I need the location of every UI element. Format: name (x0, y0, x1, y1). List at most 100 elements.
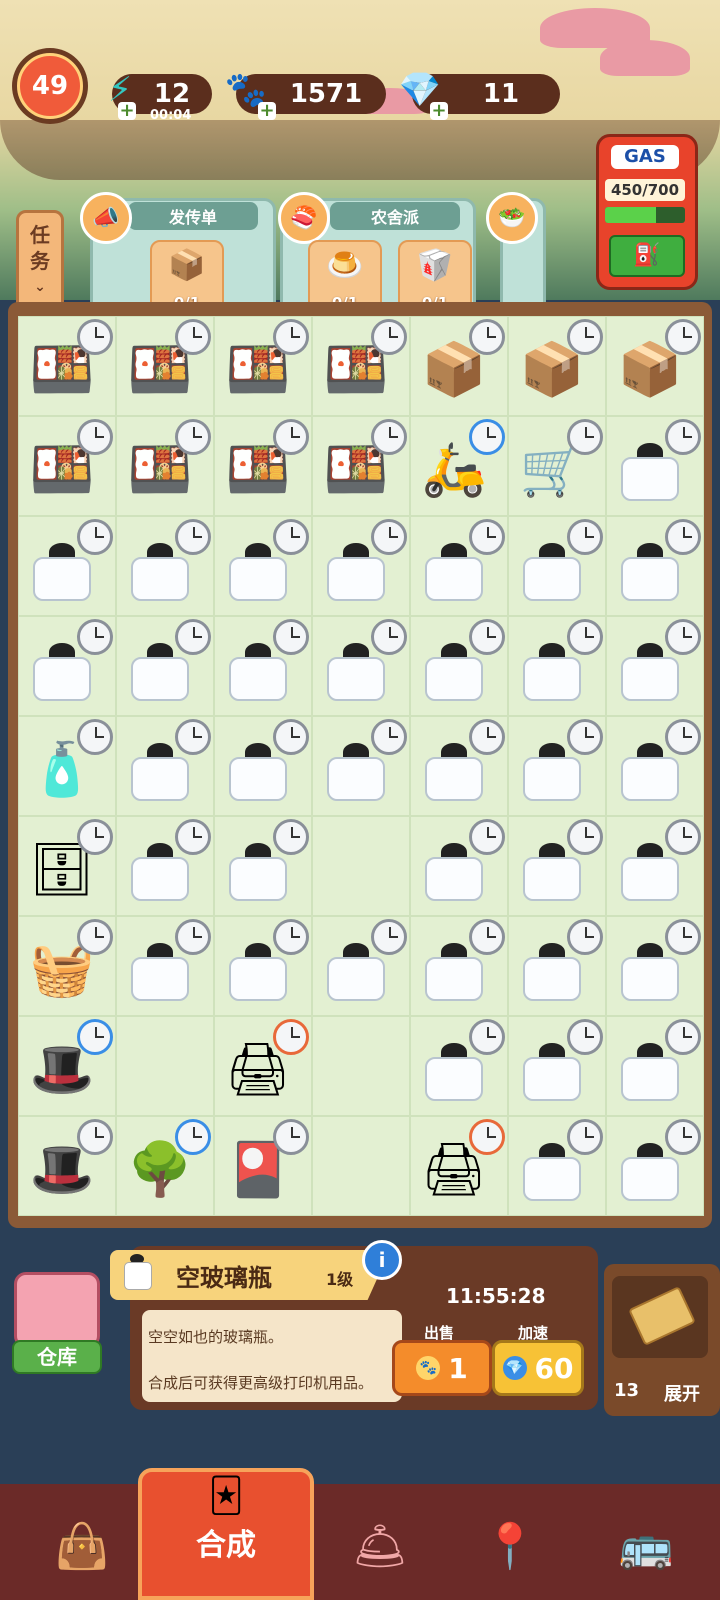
glass-jar-icon[interactable] (621, 943, 679, 1003)
glass-jar-icon[interactable] (425, 643, 483, 703)
glass-jar-icon[interactable] (327, 643, 385, 703)
glass-jar-icon[interactable] (621, 543, 679, 603)
glass-jar-icon[interactable] (523, 543, 581, 603)
board-cell[interactable] (410, 816, 508, 916)
board-cell[interactable]: 🧺 (18, 916, 116, 1016)
glass-jar-icon[interactable] (33, 543, 91, 603)
board-cell[interactable] (18, 616, 116, 716)
glass-jar-icon[interactable] (229, 543, 287, 603)
board-cell[interactable] (116, 716, 214, 816)
board-cell[interactable] (606, 916, 704, 1016)
board-cell[interactable] (606, 716, 704, 816)
board-cell[interactable]: 📦 (410, 316, 508, 416)
glass-jar-icon[interactable] (131, 643, 189, 703)
board-cell[interactable] (214, 716, 312, 816)
bus-icon[interactable]: 🚌 (586, 1498, 706, 1594)
board-cell[interactable] (508, 716, 606, 816)
paws-plus-button[interactable]: + (258, 102, 276, 120)
board-cell[interactable]: 📦 (508, 316, 606, 416)
board-cell[interactable]: 🍱 (18, 416, 116, 516)
board-cell[interactable]: 🖨 (214, 1016, 312, 1116)
glass-jar-icon[interactable] (523, 843, 581, 903)
glass-jar-icon[interactable] (229, 743, 287, 803)
service-bell-icon[interactable]: 🛎 (320, 1498, 440, 1594)
board-cell[interactable]: 🍱 (116, 416, 214, 516)
board-cell[interactable] (214, 916, 312, 1016)
board-cell[interactable] (508, 1016, 606, 1116)
board-cell[interactable] (606, 816, 704, 916)
map-pin-icon[interactable]: 📍 (450, 1498, 570, 1594)
board-cell[interactable] (606, 1116, 704, 1216)
board-cell[interactable] (410, 1016, 508, 1116)
sell-button[interactable]: 🐾 1 (392, 1340, 492, 1396)
glass-jar-icon[interactable] (425, 843, 483, 903)
glass-jar-icon[interactable] (523, 743, 581, 803)
board-cell[interactable]: 🍱 (312, 416, 410, 516)
glass-jar-icon[interactable] (327, 743, 385, 803)
board-cell[interactable] (508, 616, 606, 716)
board-cell[interactable] (508, 516, 606, 616)
board-cell[interactable] (116, 1016, 214, 1116)
board-cell[interactable] (312, 916, 410, 1016)
board-cell[interactable] (410, 716, 508, 816)
glass-jar-icon[interactable] (229, 643, 287, 703)
glass-jar-icon[interactable] (131, 843, 189, 903)
glass-jar-icon[interactable] (229, 943, 287, 1003)
glass-jar-icon[interactable] (523, 943, 581, 1003)
glass-jar-icon[interactable] (425, 1043, 483, 1103)
board-cell[interactable]: 🎴 (214, 1116, 312, 1216)
board-cell[interactable] (214, 516, 312, 616)
board-cell[interactable]: 🍱 (18, 316, 116, 416)
board-cell[interactable] (410, 616, 508, 716)
board-cell[interactable] (312, 616, 410, 716)
board-cell[interactable] (18, 516, 116, 616)
board-cell[interactable] (312, 1016, 410, 1116)
glass-jar-icon[interactable] (131, 943, 189, 1003)
board-cell[interactable] (312, 716, 410, 816)
board-cell[interactable] (410, 516, 508, 616)
board-cell[interactable] (214, 616, 312, 716)
board-cell[interactable] (606, 1016, 704, 1116)
glass-jar-icon[interactable] (327, 943, 385, 1003)
glass-jar-icon[interactable] (33, 643, 91, 703)
glass-jar-icon[interactable] (523, 1143, 581, 1203)
board-cell[interactable]: 🗄 (18, 816, 116, 916)
board-cell[interactable] (312, 1116, 410, 1216)
board-cell[interactable] (312, 516, 410, 616)
board-cell[interactable] (312, 816, 410, 916)
glass-jar-icon[interactable] (327, 543, 385, 603)
glass-jar-icon[interactable] (229, 843, 287, 903)
glass-jar-icon[interactable] (621, 443, 679, 503)
warehouse-button[interactable]: 仓库 (8, 1268, 102, 1374)
board-cell[interactable]: 📦 (606, 316, 704, 416)
glass-jar-icon[interactable] (621, 1043, 679, 1103)
board-cell[interactable] (116, 816, 214, 916)
energy-plus-button[interactable]: + (118, 102, 136, 120)
board-cell[interactable] (116, 616, 214, 716)
glass-jar-icon[interactable] (523, 1043, 581, 1103)
merge-board[interactable]: 🍱 🍱 🍱 🍱 📦 📦 📦 🍱 🍱 🍱 🍱 🛵 🛒 🧴 🗄 🧺 🎩 🖨 🎩 🌳 🎴 🖨 (18, 316, 704, 1216)
board-cell[interactable] (606, 516, 704, 616)
glass-jar-icon[interactable] (425, 543, 483, 603)
board-cell[interactable]: 🧴 (18, 716, 116, 816)
glass-jar-icon[interactable] (523, 643, 581, 703)
board-cell[interactable]: 🎩 (18, 1116, 116, 1216)
board-cell[interactable]: 🛵 (410, 416, 508, 516)
gems-plus-button[interactable]: + (430, 102, 448, 120)
gas-pump[interactable]: GAS 450/700 ⛽ (596, 134, 698, 290)
board-cell[interactable] (116, 916, 214, 1016)
board-cell[interactable]: 🎩 (18, 1016, 116, 1116)
board-cell[interactable] (116, 516, 214, 616)
board-cell[interactable]: 🍱 (214, 416, 312, 516)
board-cell[interactable] (508, 816, 606, 916)
board-cell[interactable]: 🖨 (410, 1116, 508, 1216)
board-cell[interactable]: 🍱 (312, 316, 410, 416)
board-cell[interactable] (606, 616, 704, 716)
glass-jar-icon[interactable] (425, 943, 483, 1003)
board-cell[interactable]: 🌳 (116, 1116, 214, 1216)
player-level-badge[interactable]: 49 (12, 48, 88, 124)
wood-plank-slot[interactable] (612, 1276, 708, 1358)
glass-jar-icon[interactable] (621, 843, 679, 903)
board-cell[interactable] (508, 1116, 606, 1216)
glass-jar-icon[interactable] (621, 643, 679, 703)
